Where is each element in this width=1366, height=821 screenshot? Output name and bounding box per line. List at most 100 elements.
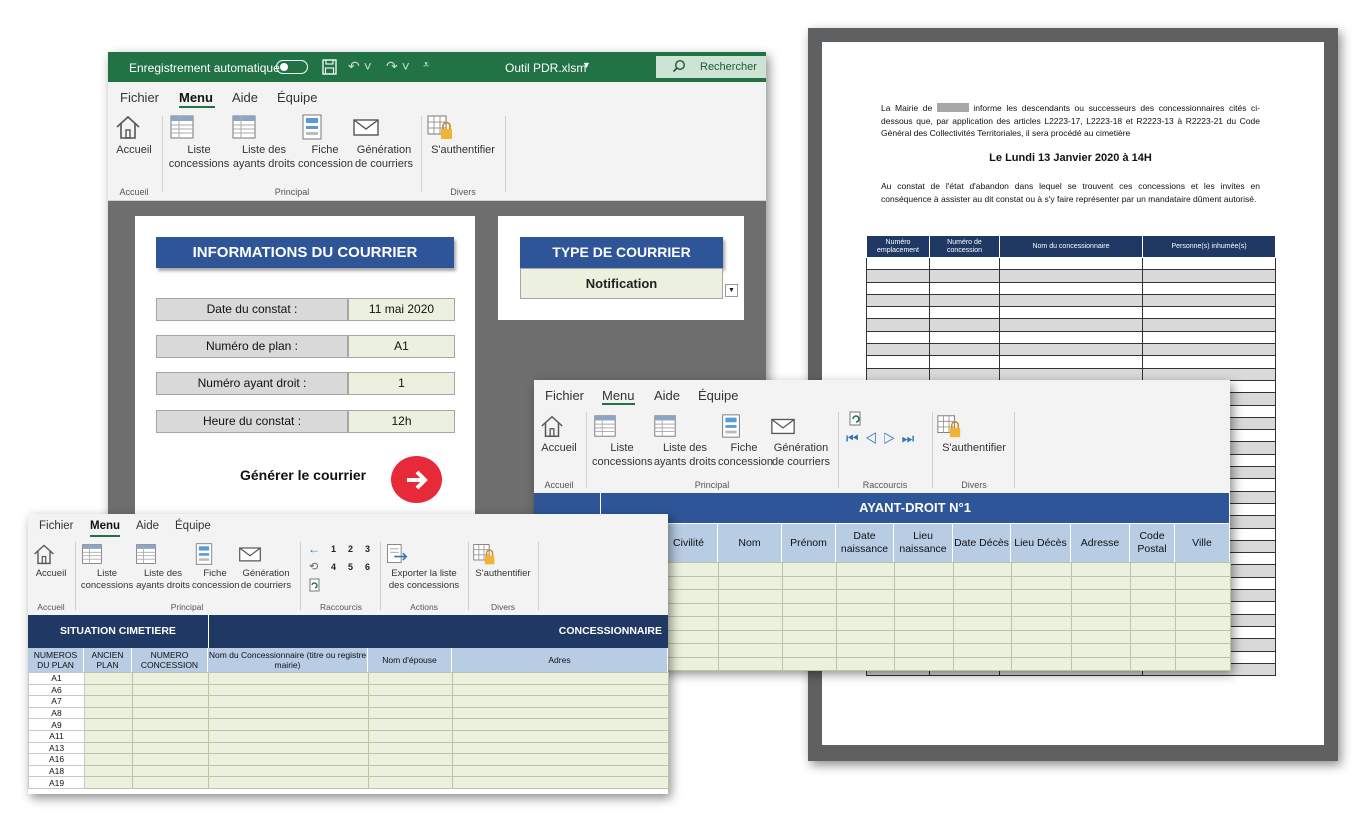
tab-fichier[interactable]: Fichier (120, 90, 159, 105)
autosave-toggle[interactable] (276, 60, 308, 74)
grid-cell[interactable] (953, 562, 1012, 577)
save-icon[interactable] (322, 59, 337, 78)
grid-cell[interactable] (1130, 656, 1176, 671)
liste-concessions-button[interactable]: Liste concessions (80, 542, 134, 592)
grid-cell[interactable] (718, 643, 783, 658)
grid-cell[interactable] (368, 741, 453, 755)
accueil-button[interactable]: Accueil (32, 542, 70, 580)
search-box[interactable]: Rechercher (656, 56, 766, 78)
back-arrow-icon[interactable]: ← (308, 542, 320, 556)
grid-cell[interactable] (132, 706, 209, 720)
export-concessions-button[interactable]: Exporter la liste des concessions (384, 542, 464, 592)
grid-cell[interactable] (1011, 616, 1072, 631)
grid-cell[interactable] (836, 629, 895, 644)
tab-menu[interactable]: Menu (602, 388, 635, 403)
grid-cell[interactable] (1011, 656, 1072, 671)
grid-cell[interactable] (208, 706, 369, 720)
grid-cell[interactable] (452, 672, 669, 685)
grid-cell[interactable] (368, 729, 453, 743)
grid-cell[interactable] (84, 753, 133, 766)
grid-cell[interactable] (208, 683, 369, 697)
grid-cell[interactable] (718, 656, 783, 671)
tab-fichier[interactable]: Fichier (39, 520, 74, 532)
field-value[interactable]: 1 (348, 372, 455, 395)
grid-cell[interactable] (660, 656, 719, 671)
grid-cell[interactable] (836, 616, 895, 631)
grid-cell[interactable] (452, 764, 669, 778)
grid-cell[interactable] (1130, 616, 1176, 631)
sheet-refresh-icon[interactable] (309, 578, 321, 592)
grid-cell[interactable] (1011, 575, 1072, 590)
grid-cell[interactable] (1175, 589, 1231, 604)
grid-cell[interactable] (132, 741, 209, 755)
grid-cell[interactable] (894, 643, 954, 658)
grid-cell[interactable] (132, 764, 209, 778)
grid-cell[interactable] (84, 729, 133, 743)
grid-cell[interactable] (368, 683, 453, 697)
grid-cell[interactable] (84, 776, 133, 789)
grid-cell[interactable] (368, 776, 453, 789)
authentifier-button[interactable]: S'authentifier (936, 413, 1012, 455)
grid-cell[interactable] (660, 575, 719, 590)
quick-access-dropdown-icon[interactable]: ⩡ (423, 59, 429, 72)
grid-cell[interactable] (718, 629, 783, 644)
accueil-button[interactable]: Accueil (539, 413, 579, 455)
grid-cell[interactable] (1175, 643, 1231, 658)
grid-cell[interactable] (1130, 589, 1176, 604)
grid-cell[interactable] (1175, 616, 1231, 631)
grid-cell[interactable] (1130, 643, 1176, 658)
grid-cell[interactable] (368, 672, 453, 685)
refresh-sheet-icon[interactable] (848, 411, 864, 427)
grid-cell[interactable] (368, 718, 453, 731)
grid-cell[interactable] (894, 629, 954, 644)
grid-cell[interactable] (660, 589, 719, 604)
tab-aide[interactable]: Aide (232, 90, 258, 105)
grid-cell[interactable] (1130, 575, 1176, 590)
field-value[interactable]: A1 (348, 335, 455, 358)
grid-cell[interactable] (1130, 562, 1176, 577)
grid-cell[interactable] (836, 575, 895, 590)
grid-cell[interactable] (782, 616, 837, 631)
grid-cell[interactable] (368, 764, 453, 778)
grid-cell[interactable] (782, 589, 837, 604)
grid-cell[interactable] (1011, 562, 1072, 577)
grid-cell[interactable] (132, 672, 209, 685)
grid-cell[interactable] (1175, 562, 1231, 577)
grid-cell[interactable] (782, 656, 837, 671)
grid-cell[interactable] (1071, 602, 1131, 617)
liste-concessions-button[interactable]: Liste concessions (168, 113, 230, 171)
undo-icon[interactable]: ↶ ˅ (348, 58, 372, 75)
grid-cell[interactable] (782, 602, 837, 617)
grid-cell[interactable] (782, 643, 837, 658)
shortcut-6[interactable]: 6 (365, 562, 370, 572)
grid-cell[interactable] (660, 643, 719, 658)
grid-cell[interactable] (452, 741, 669, 755)
grid-cell[interactable] (1071, 643, 1131, 658)
grid-cell[interactable] (452, 776, 669, 789)
grid-cell[interactable] (452, 683, 669, 697)
liste-ayants-button[interactable]: Liste des ayants droits (652, 413, 718, 469)
authentifier-button[interactable]: S'authentifier (472, 542, 534, 580)
grid-cell[interactable] (782, 562, 837, 577)
grid-cell[interactable] (1071, 589, 1131, 604)
grid-cell[interactable] (953, 589, 1012, 604)
grid-cell[interactable] (1071, 629, 1131, 644)
grid-cell[interactable] (782, 629, 837, 644)
grid-cell[interactable] (1071, 656, 1131, 671)
grid-cell[interactable] (84, 706, 133, 720)
grid-cell[interactable] (953, 629, 1012, 644)
grid-cell[interactable] (452, 695, 669, 708)
type-dropdown-icon[interactable]: ▼ (725, 284, 738, 297)
grid-cell[interactable] (953, 575, 1012, 590)
grid-cell[interactable] (660, 602, 719, 617)
grid-cell[interactable] (1175, 575, 1231, 590)
grid-cell[interactable] (1071, 575, 1131, 590)
tab-aide[interactable]: Aide (136, 520, 159, 532)
grid-cell[interactable] (84, 683, 133, 697)
grid-cell[interactable] (208, 764, 369, 778)
filename-chevron-icon[interactable]: ▼ (582, 60, 591, 70)
grid-cell[interactable] (894, 562, 954, 577)
refresh-icon[interactable]: ⟲ (309, 560, 318, 573)
fiche-concession-button[interactable]: Fiche concession (298, 113, 353, 171)
generation-courriers-button[interactable]: Génération de courriers (770, 413, 832, 469)
